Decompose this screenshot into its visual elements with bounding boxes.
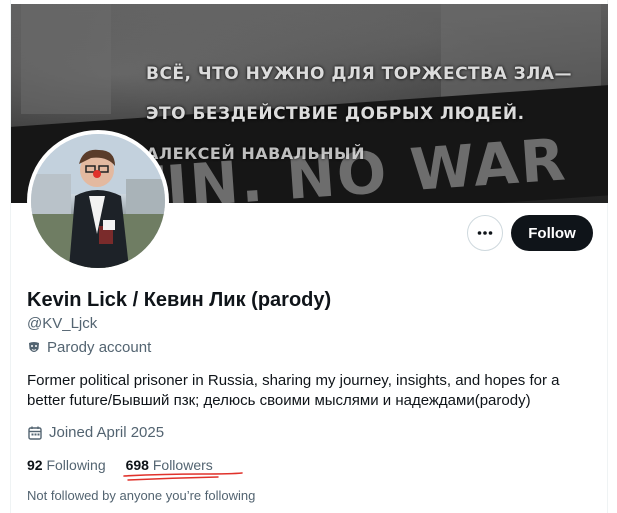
following-count: 92 [27, 457, 43, 473]
parody-label: Parody account [47, 339, 152, 356]
more-horizontal-icon [477, 231, 493, 235]
banner-quote-line: ЭТО БЕЗДЕЙСТВИЕ ДОБРЫХ ЛЮДЕЙ. [146, 104, 525, 124]
banner-quote-author: АЛЕКСЕЙ НАВАЛЬНЫЙ [146, 144, 366, 163]
parody-label-row: Parody account [27, 339, 151, 356]
red-underline-annotation [123, 472, 243, 481]
display-name: Kevin Lick / Кевин Лик (parody) [27, 289, 332, 311]
following-link[interactable]: 92 Following [27, 457, 106, 473]
user-handle: @KV_Ljck [27, 315, 98, 332]
calendar-icon [28, 426, 42, 440]
avatar-portrait [31, 134, 165, 268]
banner-quote: ВСЁ, ЧТО НУЖНО ДЛЯ ТОРЖЕСТВА ЗЛА— ЭТО БЕ… [146, 54, 572, 174]
banner-quote-line: ВСЁ, ЧТО НУЖНО ДЛЯ ТОРЖЕСТВА ЗЛА— [146, 64, 573, 84]
follow-button[interactable]: Follow [511, 215, 593, 251]
avatar-photo [31, 134, 165, 268]
mutual-followers-note: Not followed by anyone you’re following [27, 488, 256, 503]
following-label: Following [46, 457, 106, 473]
more-options-button[interactable] [467, 215, 503, 251]
avatar[interactable] [27, 130, 169, 272]
joined-date: Joined April 2025 [49, 424, 165, 441]
joined-date-row: Joined April 2025 [27, 424, 164, 441]
banner-building [21, 4, 111, 114]
bio: Former political prisoner in Russia, sha… [27, 372, 560, 409]
theater-mask-icon [29, 341, 39, 352]
